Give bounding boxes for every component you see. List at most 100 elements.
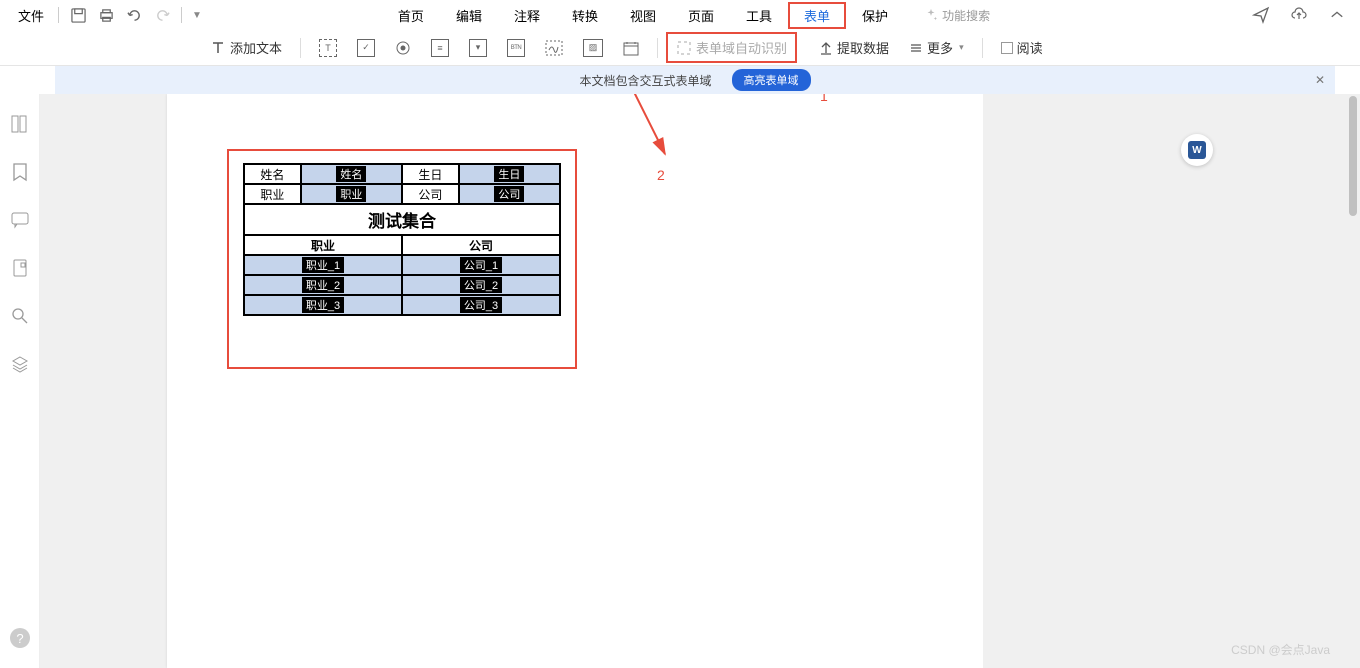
scrollbar-thumb[interactable] <box>1349 96 1357 216</box>
notification-bar: 本文档包含交互式表单域 高亮表单域 ✕ <box>55 66 1335 94</box>
table-title: 测试集合 <box>244 204 560 235</box>
canvas-area: 姓名 姓名 生日 生日 职业 职业 公司 公司 测试集合 <box>40 94 1360 668</box>
close-icon[interactable]: ✕ <box>1315 73 1325 87</box>
label: 姓名 <box>260 168 284 182</box>
text-field-icon: T <box>319 39 337 57</box>
thumbnail-icon[interactable] <box>10 114 30 134</box>
send-icon[interactable] <box>1248 2 1274 28</box>
auto-recognize-button[interactable]: 表单域自动识别 <box>666 32 797 63</box>
more-button[interactable]: 更多 ▾ <box>899 34 974 61</box>
attachment-icon[interactable] <box>10 258 30 278</box>
upload-icon <box>819 41 833 55</box>
tab-view[interactable]: 视图 <box>614 2 672 29</box>
column-header: 公司 <box>402 235 560 255</box>
text-field[interactable]: 职业_2 <box>302 277 344 293</box>
extract-data-button[interactable]: 提取数据 <box>809 34 899 61</box>
text-field[interactable]: 公司_3 <box>460 297 502 313</box>
image-icon: ▨ <box>583 39 603 57</box>
word-icon: W <box>1188 141 1206 159</box>
text-field[interactable]: 职业 <box>336 186 366 202</box>
extract-label: 提取数据 <box>837 38 889 57</box>
tab-page[interactable]: 页面 <box>672 2 730 29</box>
text-field[interactable]: 公司 <box>494 186 524 202</box>
form-table: 姓名 姓名 生日 生日 职业 职业 公司 公司 测试集合 <box>243 163 561 316</box>
bookmark-icon[interactable] <box>10 162 30 182</box>
function-search[interactable]: 功能搜索 <box>924 7 990 24</box>
left-sidebar <box>0 94 40 668</box>
highlight-fields-button[interactable]: 高亮表单域 <box>732 69 811 91</box>
chevron-down-icon: ▾ <box>959 42 964 53</box>
comment-icon[interactable] <box>10 210 30 230</box>
add-text-tool[interactable]: 添加文本 <box>200 34 292 61</box>
table-row: 职业 职业 公司 公司 <box>244 184 560 204</box>
checkbox-icon <box>1001 42 1013 54</box>
undo-icon[interactable] <box>121 2 147 28</box>
watermark: CSDN @会点Java <box>1231 641 1330 658</box>
more-label: 更多 <box>927 38 953 57</box>
column-header: 职业 <box>244 235 402 255</box>
more-icon <box>909 41 923 55</box>
label: 公司 <box>418 188 442 202</box>
radio-tool[interactable] <box>385 36 421 60</box>
divider <box>58 7 59 23</box>
tab-tool[interactable]: 工具 <box>730 2 788 29</box>
text-field[interactable]: 公司_2 <box>460 277 502 293</box>
layers-icon[interactable] <box>10 354 30 374</box>
label: 职业 <box>260 188 284 202</box>
add-text-label: 添加文本 <box>230 38 282 57</box>
combo-tool[interactable]: ▾ <box>459 35 497 61</box>
save-icon[interactable] <box>65 2 91 28</box>
text-field[interactable]: 职业_3 <box>302 297 344 313</box>
help-icon[interactable]: ? <box>10 628 30 648</box>
table-header-row: 职业 公司 <box>244 235 560 255</box>
vertical-scrollbar[interactable] <box>1346 94 1360 668</box>
sparkle-icon <box>924 8 938 22</box>
right-panel: W <box>983 94 1233 668</box>
read-mode-checkbox[interactable]: 阅读 <box>991 34 1053 61</box>
list-icon: ≡ <box>431 39 449 57</box>
tab-form[interactable]: 表单 <box>788 2 846 29</box>
export-word-button[interactable]: W <box>1181 134 1213 166</box>
file-menu[interactable]: 文件 <box>10 6 52 25</box>
text-field[interactable]: 职业_1 <box>302 257 344 273</box>
checkbox-tool[interactable]: ✓ <box>347 35 385 61</box>
annotation-2: 2 <box>657 167 665 183</box>
combo-icon: ▾ <box>469 39 487 57</box>
text-field-tool[interactable]: T <box>309 35 347 61</box>
table-row: 姓名 姓名 生日 生日 <box>244 164 560 184</box>
search-icon[interactable] <box>10 306 30 326</box>
notification-text: 本文档包含交互式表单域 <box>579 72 711 89</box>
separator <box>300 38 301 58</box>
form-area-highlight: 姓名 姓名 生日 生日 职业 职业 公司 公司 测试集合 <box>227 149 577 369</box>
signature-tool[interactable] <box>535 36 573 60</box>
table-title-row: 测试集合 <box>244 204 560 235</box>
button-tool[interactable]: BTN <box>497 35 535 61</box>
quick-access-dropdown[interactable]: ▼ <box>192 10 202 21</box>
label: 生日 <box>418 168 442 182</box>
signature-icon <box>545 40 563 56</box>
main-tabs: 首页 编辑 注释 转换 视图 页面 工具 表单 保护 <box>382 2 904 29</box>
tab-protect[interactable]: 保护 <box>846 2 904 29</box>
table-row: 职业_1 公司_1 <box>244 255 560 275</box>
collapse-icon[interactable] <box>1324 2 1350 28</box>
separator <box>982 38 983 58</box>
tab-home[interactable]: 首页 <box>382 2 440 29</box>
cloud-upload-icon[interactable] <box>1286 2 1312 28</box>
date-icon <box>623 40 639 56</box>
date-tool[interactable] <box>613 36 649 60</box>
annotation-1: 1 <box>820 94 828 104</box>
text-icon <box>210 40 226 56</box>
text-field[interactable]: 公司_1 <box>460 257 502 273</box>
separator <box>657 38 658 58</box>
image-tool[interactable]: ▨ <box>573 35 613 61</box>
redo-icon[interactable] <box>149 2 175 28</box>
text-field[interactable]: 姓名 <box>336 166 366 182</box>
read-label: 阅读 <box>1017 38 1043 57</box>
tab-convert[interactable]: 转换 <box>556 2 614 29</box>
text-field[interactable]: 生日 <box>494 166 524 182</box>
tab-comment[interactable]: 注释 <box>498 2 556 29</box>
print-icon[interactable] <box>93 2 119 28</box>
tab-edit[interactable]: 编辑 <box>440 2 498 29</box>
list-tool[interactable]: ≡ <box>421 35 459 61</box>
table-row: 职业_3 公司_3 <box>244 295 560 315</box>
